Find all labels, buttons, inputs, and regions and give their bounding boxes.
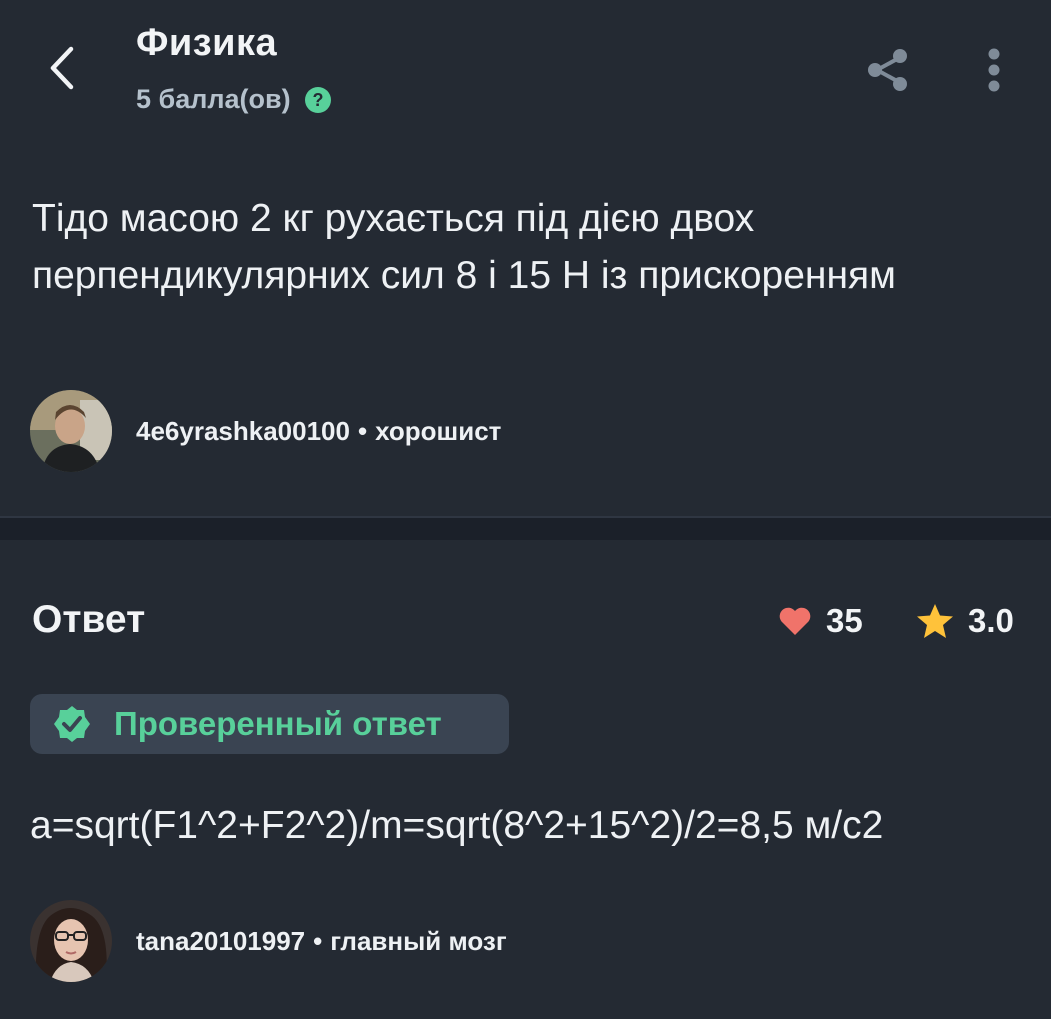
subject-title: Физика — [136, 22, 278, 64]
question-author[interactable]: 4e6yrashka00100 • хорошист — [30, 390, 501, 472]
section-divider — [0, 516, 1051, 540]
author-name[interactable]: 4e6yrashka00100 — [136, 416, 350, 446]
question-page: Физика 5 балла(ов) ? Тідо масою 2 кг рух… — [0, 0, 1051, 1019]
author-rank: главный мозг — [330, 925, 507, 956]
separator: • — [313, 925, 323, 956]
question-text: Тідо масою 2 кг рухається під дією двох … — [32, 197, 896, 297]
author-info: 4e6yrashka00100 • хорошист — [136, 416, 501, 447]
likes-counter[interactable]: 35 — [778, 602, 863, 640]
likes-count: 35 — [826, 602, 863, 639]
answer-text: a=sqrt(F1^2+F2^2)/m=sqrt(8^2+15^2)/2=8,5… — [30, 804, 884, 847]
author-info: tana20101997 • главный мозг — [136, 926, 507, 957]
share-button[interactable] — [862, 44, 914, 96]
help-circle-icon[interactable]: ? — [304, 86, 331, 113]
heart-icon — [779, 607, 811, 635]
share-icon — [868, 49, 907, 91]
chevron-left-icon — [50, 46, 74, 90]
back-button[interactable] — [34, 40, 90, 96]
separator: • — [357, 415, 368, 446]
answer-title: Ответ — [32, 598, 146, 641]
verified-label: Проверенный ответ — [114, 705, 442, 742]
rating-value: 3.0 — [968, 602, 1014, 639]
points-row: 5 балла(ов) ? — [136, 84, 331, 115]
avatar[interactable] — [30, 390, 112, 472]
more-vertical-icon — [988, 48, 1000, 92]
verified-check-icon — [52, 704, 92, 744]
points-label: 5 балла(ов) — [136, 84, 291, 114]
more-button[interactable] — [972, 44, 1016, 96]
answer-author[interactable]: tana20101997 • главный мозг — [30, 900, 507, 982]
rating-display[interactable]: 3.0 — [916, 602, 1014, 640]
avatar[interactable] — [30, 900, 112, 982]
verified-badge: Проверенный ответ — [30, 694, 509, 754]
star-icon — [917, 604, 953, 638]
author-rank: хорошист — [375, 415, 502, 446]
svg-text:?: ? — [312, 90, 323, 110]
author-name[interactable]: tana20101997 — [136, 926, 305, 956]
